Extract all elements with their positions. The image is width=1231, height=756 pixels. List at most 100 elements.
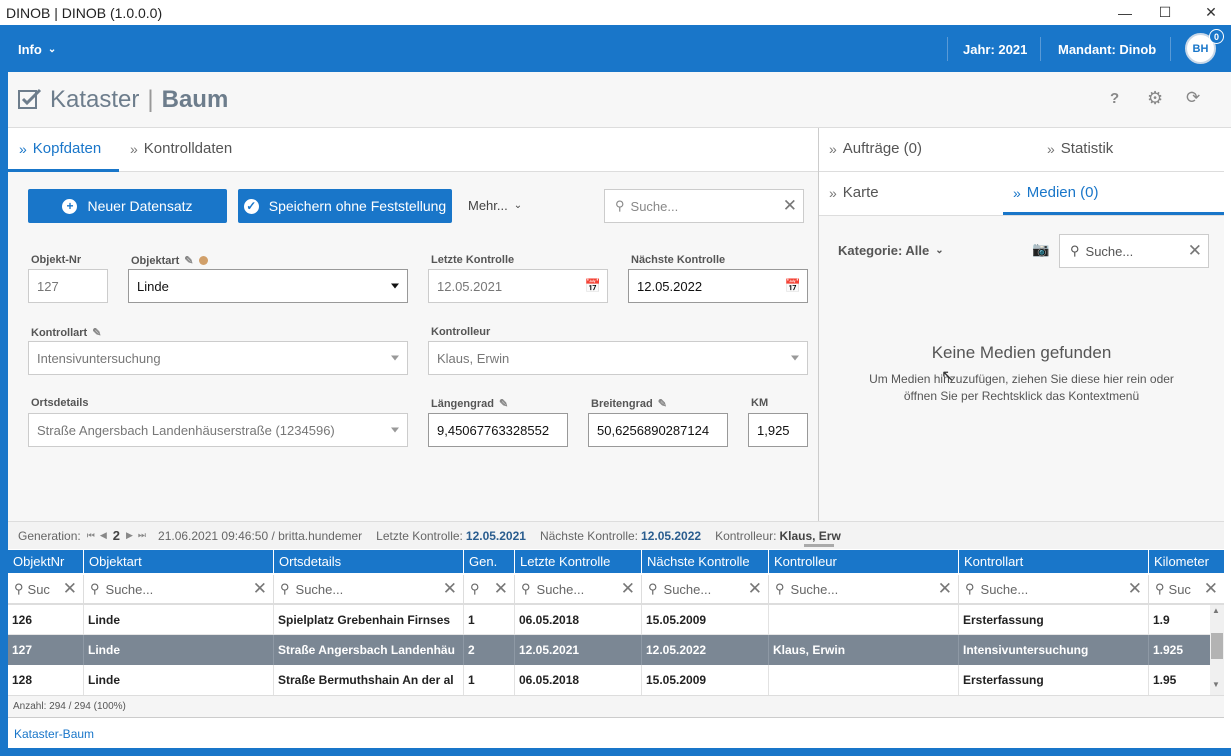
scrollbar-thumb[interactable] [1211,633,1223,659]
tab-medien[interactable]: » Medien (0) [1013,184,1099,201]
clear-icon[interactable]: ✕ [494,579,508,599]
tab-kopfdaten[interactable]: » Kopfdaten [19,140,101,157]
filter-gen[interactable]: ⚲ ✕ [464,575,515,603]
filter-naechste[interactable]: ⚲ Suche... ✕ [642,575,769,603]
scroll-up-icon[interactable]: ▲ [1212,606,1220,615]
clear-icon[interactable]: ✕ [1188,241,1202,261]
kontrollart-select[interactable]: Intensivuntersuchung [28,341,408,375]
window-titlebar: DINOB | DINOB (1.0.0.0) [0,0,1231,25]
filter-ortsdetails[interactable]: ⚲ Suche... ✕ [274,575,464,603]
new-record-button[interactable]: + Neuer Datensatz [28,189,227,223]
clear-icon[interactable]: ✕ [1204,579,1218,599]
help-icon[interactable]: ? [1110,90,1119,107]
clear-icon[interactable]: ✕ [1128,579,1142,599]
next-icon[interactable]: ▶ [126,530,133,541]
kontrolleur-select[interactable]: Klaus, Erwin [428,341,808,375]
column-header[interactable]: Objektart [84,550,274,573]
clear-icon[interactable]: ✕ [253,579,267,599]
filter-letzte[interactable]: ⚲ Suche... ✕ [515,575,642,603]
scroll-down-icon[interactable]: ▼ [1212,680,1220,689]
info-menu[interactable]: Info ⌄ [18,42,56,57]
tab-karte[interactable]: » Karte [829,184,879,201]
search-icon: ⚲ [1070,243,1080,258]
form-search-input[interactable]: ⚲ Suche... ✕ [604,189,804,223]
dropdown-arrow-icon [391,427,399,433]
prev-icon[interactable]: ◀ [100,530,107,541]
divider [947,37,948,61]
column-header[interactable]: Letzte Kontrolle [515,550,642,573]
filter-objektart[interactable]: ⚲ Suche... ✕ [84,575,274,603]
cell: 15.05.2009 [642,605,769,635]
resize-handle[interactable] [804,544,834,547]
media-search-input[interactable]: ⚲ Suche... ✕ [1059,234,1209,268]
refresh-icon[interactable]: ⟳ [1186,88,1200,108]
dropdown-arrow-icon [391,283,399,289]
letzte-kontrolle-field[interactable]: 12.05.2021 📅 [428,269,608,303]
category-filter[interactable]: Kategorie: Alle ⌄ [838,243,944,258]
pencil-icon[interactable]: ✎ [499,397,508,410]
filter-kontrollart[interactable]: ⚲ Suche... ✕ [959,575,1149,603]
pencil-icon[interactable]: ✎ [92,326,101,339]
breitengrad-value: 50,6256890287124 [597,422,710,438]
close-button[interactable]: ✕ [1191,0,1231,25]
more-menu[interactable]: Mehr... ⌄ [468,198,522,213]
clear-icon[interactable]: ✕ [443,579,457,599]
naechste-kontrolle-field[interactable]: 12.05.2022 📅 [628,269,808,303]
search-icon: ⚲ [90,581,100,596]
calendar-icon[interactable]: 📅 [785,278,801,294]
column-header[interactable]: Kontrolleur [769,550,959,573]
table-row-selected[interactable]: 127 Linde Straße Angersbach Landenhäu 2 … [8,635,1210,665]
filter-kilometer[interactable]: ⚲ Suc ✕ [1149,575,1224,603]
search-icon: ⚲ [521,581,531,596]
checkbox-logo-icon [18,88,42,109]
tab-statistik[interactable]: » Statistik [1047,140,1113,157]
cell: 1.925 [1153,643,1184,657]
pencil-icon[interactable]: ✎ [658,397,667,410]
column-header[interactable]: ObjektNr [8,550,84,573]
cell: 15.05.2009 [642,665,769,695]
cell: Linde [84,665,274,695]
client-selector[interactable]: Mandant: Dinob [1058,42,1156,57]
breitengrad-field[interactable]: 50,6256890287124 [588,413,728,447]
save-button[interactable]: ✓ Speichern ohne Feststellung [238,189,452,223]
maximize-button[interactable]: ☐ [1145,0,1185,25]
column-header[interactable]: Kontrollart [959,550,1149,573]
km-field[interactable]: 1,925 [748,413,808,447]
objekt-nr-field[interactable]: 127 [28,269,108,303]
pencil-icon[interactable]: ✎ [184,254,193,267]
column-header[interactable]: Gen. [464,550,515,573]
footer-tab[interactable]: Kataster-Baum [14,727,94,741]
laengengrad-field[interactable]: 9,45067763328552 [428,413,568,447]
calendar-icon[interactable]: 📅 [585,278,601,294]
table-row[interactable]: 128 Linde Straße Bermuthshain An der al … [8,665,1210,695]
year-selector[interactable]: Jahr: 2021 [963,42,1027,57]
last-icon[interactable]: ⏭ [138,530,146,541]
column-header[interactable]: Nächste Kontrolle [642,550,769,573]
new-record-label: Neuer Datensatz [87,198,193,214]
filter-kontrolleur[interactable]: ⚲ Suche... ✕ [769,575,959,603]
km-value: 1,925 [757,422,790,438]
filter-objektnr[interactable]: ⚲ Suc ✕ [8,575,84,603]
first-icon[interactable]: ⏮ [87,530,95,541]
laengengrad-value: 9,45067763328552 [437,422,550,438]
gear-icon[interactable]: ⚙ [1147,88,1163,109]
page-title-part2: Baum [161,86,229,113]
tab-statistik-label: Statistik [1060,140,1114,157]
clear-icon[interactable]: ✕ [938,579,952,599]
filter-placeholder: Suche... [295,581,344,597]
minimize-button[interactable]: — [1105,0,1145,25]
column-header[interactable]: Ortsdetails [274,550,464,573]
tab-kontrolldaten[interactable]: » Kontrolldaten [130,140,232,157]
cell: 126 [8,605,84,635]
clear-icon[interactable]: ✕ [783,196,797,216]
camera-icon[interactable]: 📷 [1032,241,1049,258]
clear-icon[interactable]: ✕ [748,579,762,599]
cell: Ersterfassung [959,665,1149,695]
column-header[interactable]: Kilometer [1149,550,1224,573]
ortsdetails-select[interactable]: Straße Angersbach Landenhäuserstraße (12… [28,413,408,447]
table-row[interactable]: 126 Linde Spielplatz Grebenhain Firnses … [8,605,1210,635]
clear-icon[interactable]: ✕ [63,579,77,599]
tab-auftraege[interactable]: » Aufträge (0) [829,140,922,157]
clear-icon[interactable]: ✕ [621,579,635,599]
objektart-select[interactable]: Linde [128,269,408,303]
